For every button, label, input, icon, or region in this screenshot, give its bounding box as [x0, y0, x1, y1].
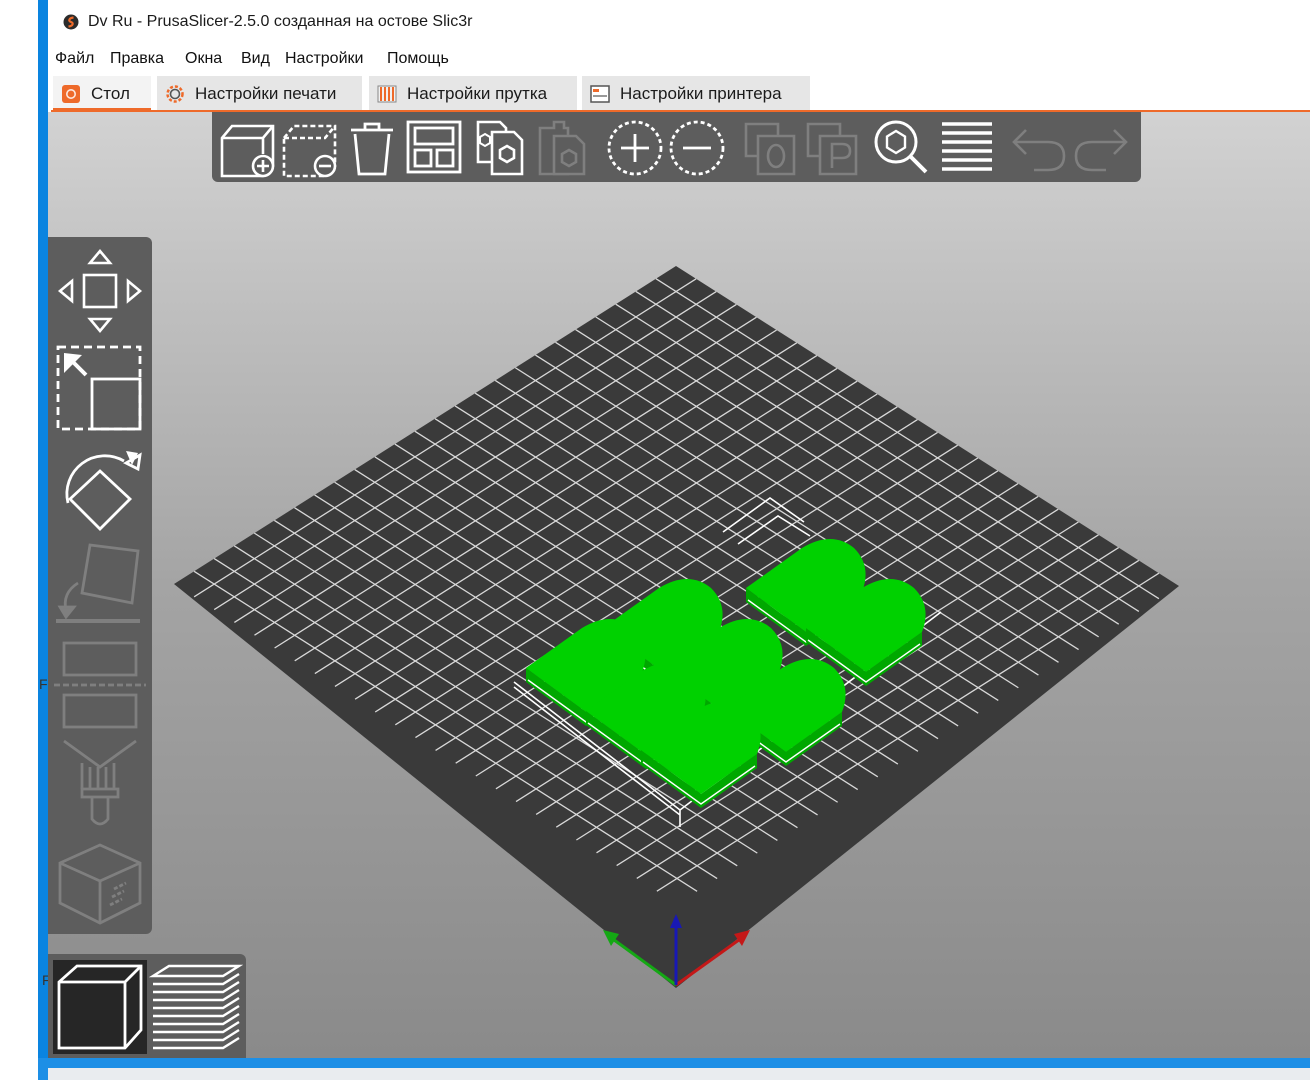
status-strip — [48, 1068, 1310, 1080]
trash-icon — [351, 122, 393, 176]
menu-view[interactable]: Вид — [241, 50, 270, 68]
add-instance-button[interactable] — [604, 116, 666, 178]
layers-icon — [942, 122, 992, 171]
rotate-icon — [65, 451, 142, 531]
menu-file[interactable]: Файл — [55, 50, 94, 68]
filament-spool-icon — [377, 85, 397, 103]
split-to-parts-button[interactable] — [800, 116, 862, 178]
cut-button[interactable] — [52, 633, 148, 733]
redo-icon — [1074, 129, 1128, 172]
arrange-button[interactable] — [403, 116, 465, 178]
tab-label: Настройки прутка — [407, 84, 548, 103]
search-button[interactable] — [870, 116, 932, 178]
view-toolbar — [48, 954, 246, 1058]
layers-preview-icon — [148, 964, 244, 1050]
delete-button[interactable] — [279, 116, 341, 178]
delete-dashed-cube-icon — [282, 124, 337, 178]
split-parts-icon — [806, 122, 858, 176]
preview-button[interactable] — [148, 960, 244, 1054]
printer-icon — [590, 85, 610, 103]
tab-filament-settings[interactable]: Настройки прутка — [369, 76, 577, 112]
add-object-button[interactable] — [217, 116, 279, 178]
undo-button[interactable] — [1008, 116, 1070, 178]
remove-instance-button[interactable] — [666, 116, 728, 178]
tab-print-settings[interactable]: Настройки печати — [157, 76, 362, 112]
3d-viewport[interactable] — [48, 112, 1310, 1058]
tab-label: Настройки принтера — [620, 84, 782, 103]
menu-help[interactable]: Помощь — [387, 50, 449, 68]
scale-icon — [56, 345, 142, 431]
plater-icon — [62, 85, 80, 103]
redo-button[interactable] — [1070, 116, 1132, 178]
app-window: Dv Ru - PrusaSlicer-2.5.0 созданная на о… — [48, 0, 1310, 1058]
rotate-button[interactable] — [52, 441, 148, 535]
paste-icon — [538, 120, 586, 176]
move-arrows-icon — [57, 248, 143, 334]
arrange-icon — [406, 120, 462, 174]
top-toolbar — [212, 112, 1141, 182]
gizmo-toolbar — [48, 237, 152, 934]
menu-edit[interactable]: Правка — [110, 50, 164, 68]
place-on-face-icon — [56, 543, 140, 623]
seam-painting-button[interactable] — [52, 837, 148, 927]
window-border-left — [38, 0, 48, 1080]
3d-cube-view-icon — [57, 964, 143, 1050]
split-to-objects-button[interactable] — [738, 116, 800, 178]
prusaslicer-logo-icon — [63, 14, 79, 30]
print-settings-cog-icon — [166, 85, 184, 103]
tab-label: Настройки печати — [195, 84, 337, 103]
cut-icon — [54, 641, 146, 729]
add-cube-icon — [220, 124, 275, 178]
3d-scene[interactable] — [48, 112, 1310, 1058]
copy-button[interactable] — [470, 116, 532, 178]
tab-label: Стол — [91, 84, 130, 103]
window-title: Dv Ru - PrusaSlicer-2.5.0 созданная на о… — [88, 13, 473, 30]
paste-button[interactable] — [532, 116, 594, 178]
paint-supports-icon — [63, 739, 137, 826]
move-button[interactable] — [52, 243, 148, 339]
menu-bar: Файл Правка Окна Вид Настройки Помощь — [48, 48, 1310, 72]
copy-icon — [476, 120, 524, 176]
plus-circle-icon — [607, 120, 663, 176]
3d-view-button[interactable] — [53, 960, 147, 1054]
edge-fragment: F — [39, 676, 48, 692]
menu-windows[interactable]: Окна — [185, 50, 222, 68]
search-icon — [874, 120, 928, 174]
place-on-face-button[interactable] — [52, 541, 148, 627]
title-bar[interactable]: Dv Ru - PrusaSlicer-2.5.0 созданная на о… — [48, 0, 1310, 44]
tab-bar: Стол Настройки печати Настройки прутка Н… — [48, 74, 1310, 114]
delete-all-button[interactable] — [341, 116, 403, 178]
scale-button[interactable] — [52, 343, 148, 433]
menu-settings[interactable]: Настройки — [285, 50, 363, 68]
undo-icon — [1012, 129, 1066, 172]
split-objects-icon — [744, 122, 796, 176]
tab-printer-settings[interactable]: Настройки принтера — [582, 76, 810, 112]
minus-circle-icon — [669, 120, 725, 176]
layers-editing-button[interactable] — [936, 116, 998, 178]
tab-plater[interactable]: Стол — [53, 76, 151, 112]
paint-supports-button[interactable] — [52, 737, 148, 829]
seam-painting-icon — [58, 843, 142, 925]
